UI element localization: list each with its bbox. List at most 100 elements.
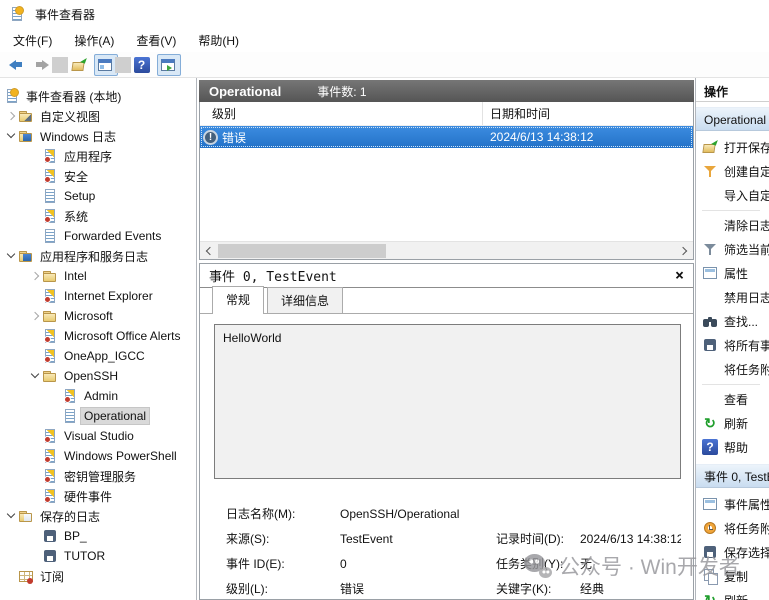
tree-item[interactable]: Setup	[0, 186, 196, 206]
expand-chevron-icon[interactable]	[28, 369, 42, 383]
action-item[interactable]: 属性	[696, 261, 769, 285]
close-icon[interactable]: ×	[675, 268, 684, 283]
column-datetime[interactable]: 日期和时间	[483, 105, 693, 122]
tree-item[interactable]: 安全	[0, 166, 196, 186]
scroll-right-icon[interactable]	[675, 242, 693, 260]
tree-item[interactable]: 订阅	[0, 566, 196, 586]
tree-item[interactable]: Microsoft Office Alerts	[0, 326, 196, 346]
toolbar-button[interactable]	[68, 54, 92, 76]
tree-item[interactable]: 密钥管理服务	[0, 466, 196, 486]
folder-icon	[42, 368, 58, 384]
action-item[interactable]: 将所有事件另存为...	[696, 333, 769, 357]
action-item[interactable]: 导入自定义视图...	[696, 183, 769, 207]
tree-item[interactable]: Operational	[0, 406, 196, 426]
column-level[interactable]: 级别	[200, 102, 483, 125]
expand-chevron-icon[interactable]	[28, 269, 42, 283]
action-item[interactable]: 清除日志...	[696, 213, 769, 237]
expand-chevron-icon[interactable]	[28, 309, 42, 323]
actions-section-log[interactable]: Operational	[696, 107, 769, 131]
expand-chevron-icon[interactable]	[4, 109, 18, 123]
tree-item[interactable]: Visual Studio	[0, 426, 196, 446]
sep-icon	[115, 57, 131, 73]
action-item[interactable]: 刷新	[696, 588, 769, 600]
tree-item[interactable]: Internet Explorer	[0, 286, 196, 306]
action-label: 保存选择的事件...	[724, 544, 769, 561]
action-item[interactable]: 禁用日志	[696, 285, 769, 309]
log-badge-icon	[42, 148, 58, 164]
action-label: 将任务附加到此日志...	[724, 361, 769, 378]
tree-item[interactable]: Admin	[0, 386, 196, 406]
tree-item[interactable]: 保存的日志	[0, 506, 196, 526]
tree-item[interactable]: 系统	[0, 206, 196, 226]
action-item[interactable]: 刷新	[696, 411, 769, 435]
action-label: 复制	[724, 568, 748, 585]
tree-item[interactable]: 应用程序和服务日志	[0, 246, 196, 266]
action-item[interactable]: 查看	[696, 387, 769, 411]
datetime-cell: 2024/6/13 14:38:12	[483, 130, 693, 144]
field-value: 无	[580, 555, 681, 572]
tree-item[interactable]: Microsoft	[0, 306, 196, 326]
horizontal-scrollbar[interactable]	[200, 241, 693, 259]
expand-chevron-icon[interactable]	[4, 129, 18, 143]
table-row[interactable]: 错误 2024/6/13 14:38:12	[200, 126, 693, 148]
field-label: 来源(S):	[226, 530, 340, 547]
task-clock-icon	[702, 520, 718, 536]
tree-item[interactable]: OneApp_IGCC	[0, 346, 196, 366]
action-icon	[702, 391, 718, 407]
refresh-icon	[702, 592, 718, 600]
toolbar-button[interactable]	[131, 54, 155, 76]
tree-item-label: 自定义视图	[37, 107, 103, 126]
toolbar-button[interactable]	[5, 54, 29, 76]
tree-item[interactable]: 自定义视图	[0, 106, 196, 126]
tree-item[interactable]: 事件查看器 (本地)	[0, 86, 196, 106]
action-item[interactable]: 复制	[696, 564, 769, 588]
action-item[interactable]: 查找...	[696, 309, 769, 333]
action-item[interactable]: 帮助	[696, 435, 769, 459]
action-item[interactable]: 创建自定义视图...	[696, 159, 769, 183]
tree-item-label: 保存的日志	[37, 507, 103, 526]
action-item[interactable]: 将任务附加到此日志...	[696, 357, 769, 381]
open-folder-icon	[702, 139, 718, 155]
menu-item[interactable]: 操作(A)	[63, 29, 125, 52]
action-label: 将任务附加到此事件...	[724, 520, 769, 537]
tree-item[interactable]: TUTOR	[0, 546, 196, 566]
action-item[interactable]: 事件属性	[696, 492, 769, 516]
log-plain-icon	[42, 188, 58, 204]
menu-item[interactable]: 文件(F)	[2, 29, 63, 52]
toolbar-button[interactable]	[157, 54, 181, 76]
tree-item-label: Forwarded Events	[61, 228, 164, 244]
actions-section-event[interactable]: 事件 0, TestEvent	[696, 464, 769, 488]
action-item[interactable]: 筛选当前日志...	[696, 237, 769, 261]
menu-item[interactable]: 查看(V)	[125, 29, 187, 52]
tree-item[interactable]: 应用程序	[0, 146, 196, 166]
toolbar-button[interactable]	[57, 54, 66, 76]
event-message-box[interactable]: HelloWorld	[214, 324, 681, 479]
tree-item-label: Windows 日志	[37, 127, 119, 146]
toolbar-button[interactable]	[120, 54, 129, 76]
expand-chevron-icon[interactable]	[4, 509, 18, 523]
action-item[interactable]: 保存选择的事件...	[696, 540, 769, 564]
tree-item[interactable]: Forwarded Events	[0, 226, 196, 246]
folder-saved-icon	[18, 508, 34, 524]
tree-item[interactable]: Windows 日志	[0, 126, 196, 146]
table-empty-area	[200, 148, 693, 241]
action-item[interactable]: 打开保存的日志...	[696, 135, 769, 159]
tab-details[interactable]: 详细信息	[267, 287, 343, 313]
field-label: 级别(L):	[226, 580, 340, 597]
tab-general[interactable]: 常规	[212, 286, 264, 314]
menu-item[interactable]: 帮助(H)	[187, 29, 250, 52]
action-item[interactable]: 将任务附加到此事件...	[696, 516, 769, 540]
tree-item[interactable]: BP_	[0, 526, 196, 546]
tree-item[interactable]: Windows PowerShell	[0, 446, 196, 466]
scroll-left-icon[interactable]	[200, 242, 218, 260]
tree-item[interactable]: 硬件事件	[0, 486, 196, 506]
tree-item-label: Visual Studio	[61, 428, 137, 444]
tree-item-label: 事件查看器 (本地)	[23, 87, 124, 106]
event-field-row: 级别(L): 错误 关键字(K): 经典	[214, 576, 681, 599]
tree-item[interactable]: Intel	[0, 266, 196, 286]
expand-chevron-icon[interactable]	[4, 249, 18, 263]
actions-title: 操作	[696, 82, 769, 102]
tree-item[interactable]: OpenSSH	[0, 366, 196, 386]
scrollbar-thumb[interactable]	[218, 244, 386, 258]
action-icon	[702, 289, 718, 305]
